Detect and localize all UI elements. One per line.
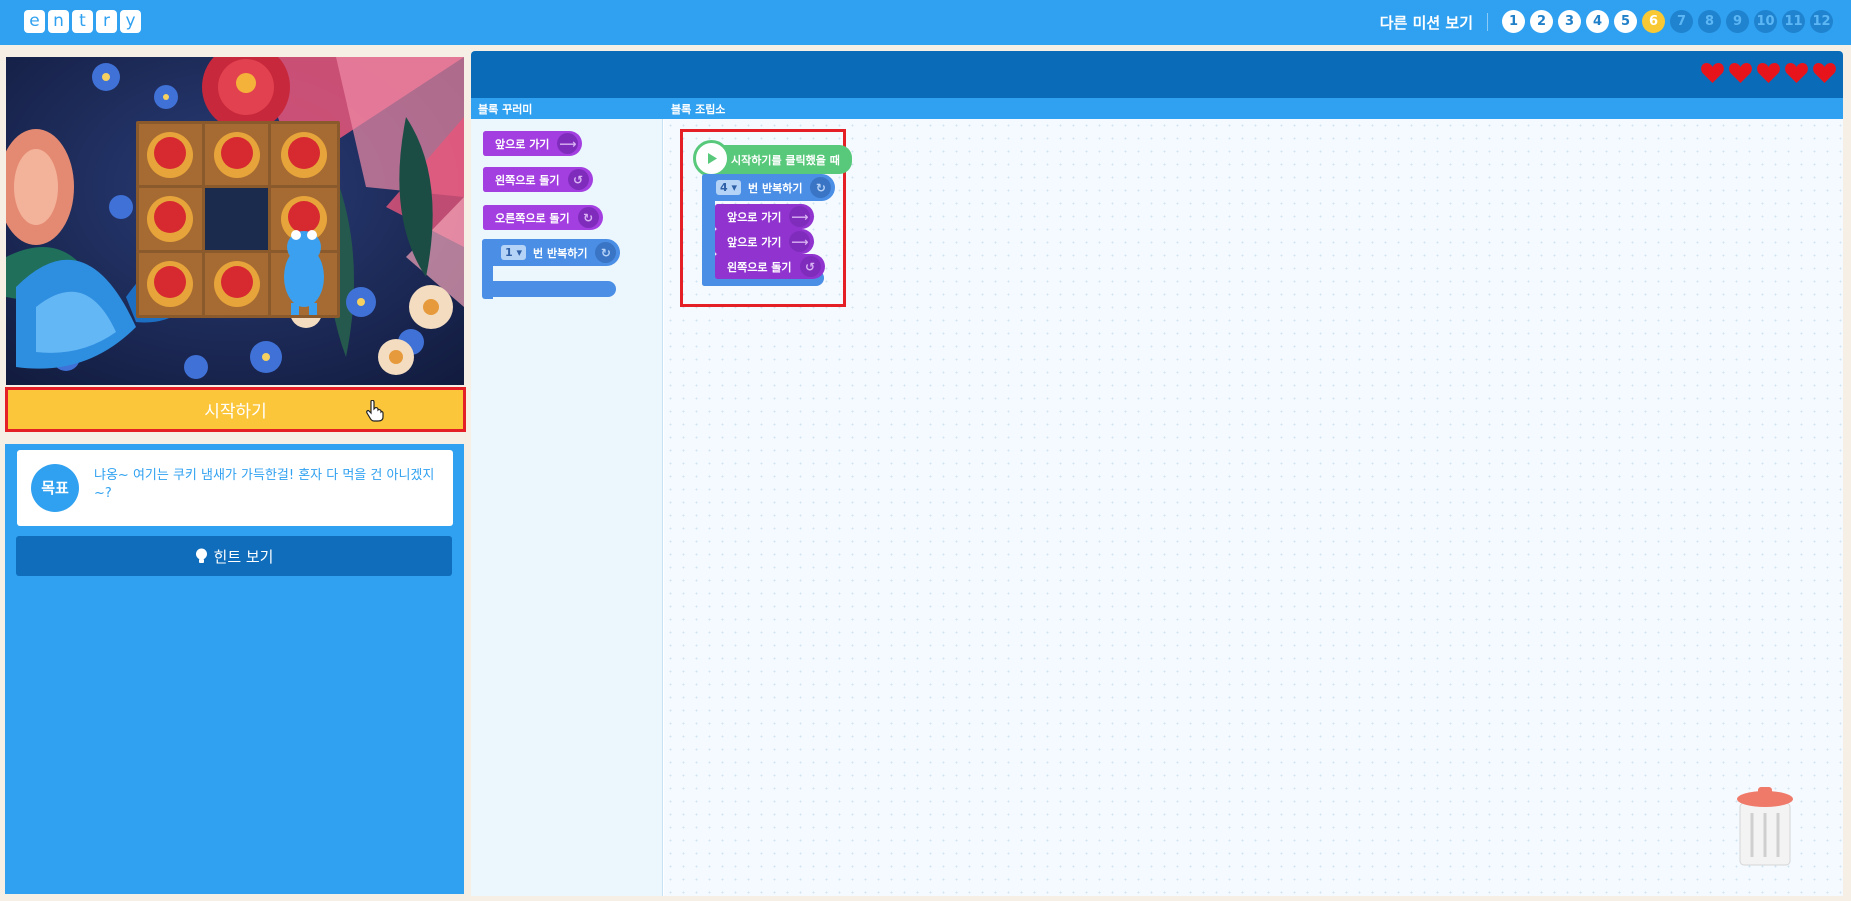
arrow-right-icon: ⟶ bbox=[557, 133, 579, 154]
palette-block-turn-left[interactable]: 왼쪽으로 돌기 ↺ bbox=[483, 167, 593, 192]
heart-icon bbox=[1701, 63, 1724, 83]
coding-workspace: 블록 꾸러미 블록 조립소 앞으로 가기 ⟶ 왼쪽으로 돌기 ↺ 오른쪽으로 돌… bbox=[471, 51, 1843, 896]
stage-selector: 1 2 3 4 5 6 7 8 9 10 11 12 bbox=[1502, 10, 1833, 33]
top-bar: e n t r y 다른 미션 보기 1 2 3 4 5 6 7 8 9 10 … bbox=[0, 0, 1851, 45]
entry-logo[interactable]: e n t r y bbox=[24, 10, 141, 33]
rotate-right-icon: ↻ bbox=[577, 207, 599, 228]
palette-block-turn-right[interactable]: 오른쪽으로 돌기 ↻ bbox=[483, 205, 603, 230]
heart-icon bbox=[1785, 63, 1808, 83]
trash-can-icon[interactable] bbox=[1734, 785, 1796, 867]
block-label: 번 반복하기 bbox=[533, 246, 588, 260]
lightbulb-icon bbox=[195, 548, 207, 563]
stage-button-11[interactable]: 11 bbox=[1782, 10, 1805, 33]
workspace-tab-bar: 블록 꾸러미 블록 조립소 bbox=[471, 98, 1843, 119]
program-block-forward-1[interactable]: 앞으로 가기 ⟶ bbox=[715, 204, 815, 229]
tab-block-assembly[interactable]: 블록 조립소 bbox=[671, 101, 725, 117]
hint-button[interactable]: 힌트 보기 bbox=[16, 536, 452, 576]
palette-block-repeat[interactable]: 1 ▾ 번 반복하기 ↻ bbox=[482, 239, 622, 299]
stage-button-7[interactable]: 7 bbox=[1670, 10, 1693, 33]
lives-indicator bbox=[1700, 62, 1837, 84]
goal-card: 목표 냐옹~ 여기는 쿠키 냄새가 가득한걸! 혼자 다 먹을 건 아니겠지~? bbox=[17, 450, 453, 526]
start-button[interactable]: 시작하기 bbox=[5, 387, 466, 432]
stage-button-4[interactable]: 4 bbox=[1586, 10, 1609, 33]
block-palette: 앞으로 가기 ⟶ 왼쪽으로 돌기 ↺ 오른쪽으로 돌기 ↻ 1 ▾ 번 반복하기… bbox=[471, 119, 663, 896]
goal-text: 냐옹~ 여기는 쿠키 냄새가 가득한걸! 혼자 다 먹을 건 아니겠지~? bbox=[94, 468, 435, 501]
play-icon bbox=[693, 140, 730, 177]
mission-panel: 목표 냐옹~ 여기는 쿠키 냄새가 가득한걸! 혼자 다 먹을 건 아니겠지~?… bbox=[5, 444, 464, 894]
workspace-header bbox=[471, 51, 1843, 98]
hand-cursor-icon bbox=[366, 400, 384, 422]
repeat-count-dropdown[interactable]: 4 ▾ bbox=[716, 180, 742, 195]
stage-button-10[interactable]: 10 bbox=[1754, 10, 1777, 33]
loop-icon: ↻ bbox=[595, 242, 617, 263]
stage-button-2[interactable]: 2 bbox=[1530, 10, 1553, 33]
block-label: 앞으로 가기 bbox=[727, 235, 782, 249]
hint-button-label: 힌트 보기 bbox=[213, 547, 274, 566]
stage-button-6[interactable]: 6 bbox=[1642, 10, 1665, 33]
stage-button-12[interactable]: 12 bbox=[1810, 10, 1833, 33]
block-label: 번 반복하기 bbox=[748, 181, 803, 195]
arrow-right-icon: ⟶ bbox=[789, 231, 811, 252]
logo-letter: y bbox=[120, 10, 141, 33]
game-scene bbox=[6, 57, 464, 385]
stage-button-8[interactable]: 8 bbox=[1698, 10, 1721, 33]
heart-icon bbox=[1729, 63, 1752, 83]
stage-button-3[interactable]: 3 bbox=[1558, 10, 1581, 33]
logo-letter: n bbox=[48, 10, 69, 33]
divider bbox=[1487, 13, 1488, 31]
palette-block-forward[interactable]: 앞으로 가기 ⟶ bbox=[483, 131, 583, 156]
rotate-left-icon: ↺ bbox=[567, 169, 589, 190]
block-label: 시작하기를 클릭했을 때 bbox=[731, 153, 840, 167]
logo-letter: r bbox=[96, 10, 117, 33]
repeat-count-value: 4 bbox=[720, 181, 728, 194]
block-label: 앞으로 가기 bbox=[495, 137, 550, 151]
goal-badge: 목표 bbox=[31, 464, 79, 512]
heart-icon bbox=[1813, 63, 1836, 83]
loop-icon: ↻ bbox=[810, 177, 832, 198]
rotate-left-icon: ↺ bbox=[799, 256, 821, 277]
logo-letter: t bbox=[72, 10, 93, 33]
logo-letter: e bbox=[24, 10, 45, 33]
game-stage bbox=[6, 57, 464, 385]
tab-block-palette[interactable]: 블록 꾸러미 bbox=[478, 101, 532, 117]
program-block-forward-2[interactable]: 앞으로 가기 ⟶ bbox=[715, 229, 815, 254]
stage-button-9[interactable]: 9 bbox=[1726, 10, 1749, 33]
other-missions-link[interactable]: 다른 미션 보기 bbox=[1380, 12, 1473, 33]
heart-icon bbox=[1757, 63, 1780, 83]
arrow-right-icon: ⟶ bbox=[789, 206, 811, 227]
block-label: 왼쪽으로 돌기 bbox=[727, 260, 792, 274]
repeat-count-value: 1 bbox=[505, 246, 513, 259]
start-button-label: 시작하기 bbox=[204, 402, 267, 422]
block-label: 오른쪽으로 돌기 bbox=[495, 211, 570, 225]
stage-button-5[interactable]: 5 bbox=[1614, 10, 1637, 33]
start-trigger-block[interactable]: 시작하기를 클릭했을 때 bbox=[693, 140, 852, 177]
stage-button-1[interactable]: 1 bbox=[1502, 10, 1525, 33]
repeat-count-dropdown[interactable]: 1 ▾ bbox=[501, 245, 527, 260]
block-label: 앞으로 가기 bbox=[727, 210, 782, 224]
block-label: 왼쪽으로 돌기 bbox=[495, 173, 560, 187]
block-assembly-canvas[interactable]: 시작하기를 클릭했을 때 4 ▾ 번 반복하기 ↻ 앞으로 가기 ⟶ 앞으로 가… bbox=[664, 119, 1843, 896]
program-block-turn-left[interactable]: 왼쪽으로 돌기 ↺ bbox=[715, 254, 825, 279]
